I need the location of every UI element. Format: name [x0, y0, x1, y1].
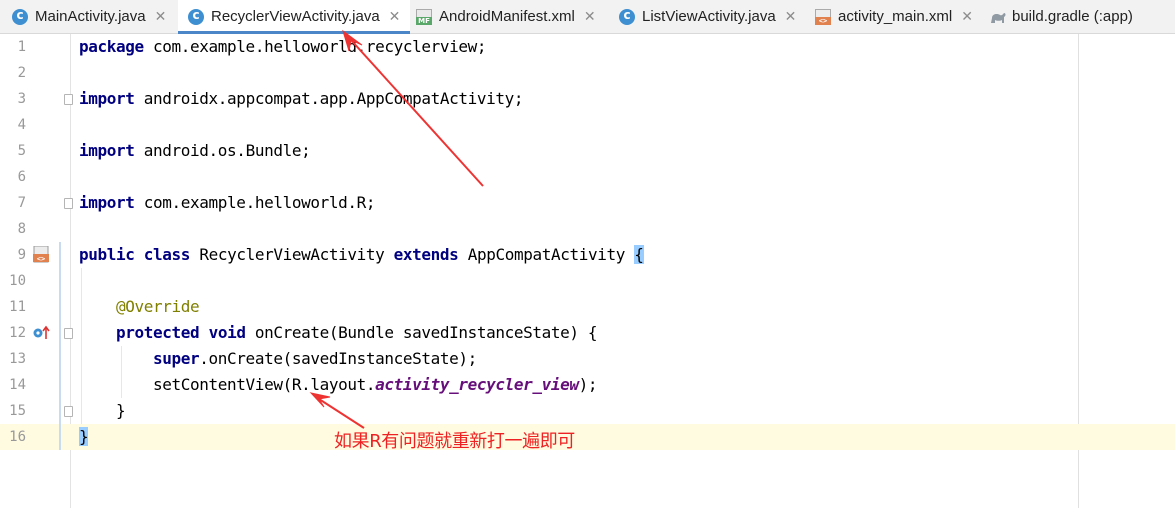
tab-label: AndroidManifest.xml: [439, 8, 575, 25]
keyword: package: [79, 37, 144, 56]
gradle-icon: [989, 9, 1006, 25]
class-name: RecyclerViewActivity: [199, 245, 385, 264]
close-icon[interactable]: ✕: [785, 8, 797, 25]
manifest-icon: [416, 8, 432, 25]
editor-tab-bar: MainActivity.java ✕ RecyclerViewActivity…: [0, 0, 1175, 34]
class-icon: [619, 8, 635, 25]
code-line: package com.example.helloworld.recyclerv…: [0, 34, 1175, 60]
code-line: import com.example.helloworld.R;: [0, 190, 1175, 216]
tab-build-gradle[interactable]: build.gradle (:app): [989, 0, 1133, 33]
keyword: public: [79, 245, 135, 264]
code-line: import android.os.Bundle;: [0, 138, 1175, 164]
code-text: setContentView(R.layout.: [153, 375, 376, 394]
matched-brace: {: [634, 245, 644, 264]
tab-android-manifest[interactable]: AndroidManifest.xml ✕: [416, 0, 596, 33]
line-number: 10: [9, 273, 26, 289]
annotation: @Override: [116, 297, 200, 316]
tab-recycler-view-activity[interactable]: RecyclerViewActivity.java ✕: [178, 0, 411, 34]
code-line: super.onCreate(savedInstanceState);: [0, 346, 1175, 372]
line-number: 6: [17, 169, 26, 185]
code-text: com.example.helloworld.recyclerview;: [143, 37, 487, 56]
code-line: }: [0, 398, 1175, 424]
code-line: public class RecyclerViewActivity extend…: [0, 242, 1175, 268]
code-text: android.os.Bundle;: [134, 141, 311, 160]
keyword: import: [79, 193, 135, 212]
keyword: import: [79, 89, 135, 108]
layout-file-icon: [815, 8, 831, 25]
tab-main-activity[interactable]: MainActivity.java ✕: [12, 0, 166, 33]
tab-label: ListViewActivity.java: [642, 8, 776, 25]
tab-label: MainActivity.java: [35, 8, 146, 25]
close-icon[interactable]: ✕: [155, 8, 167, 25]
tab-label: RecyclerViewActivity.java: [211, 8, 380, 25]
annotation-note: 如果R有问题就重新打一遍即可: [334, 431, 575, 452]
static-field: activity_recycler_view: [375, 375, 579, 394]
line-number: 4: [17, 117, 26, 133]
keyword: protected: [116, 323, 200, 342]
close-icon[interactable]: ✕: [584, 8, 596, 25]
class-icon: [12, 8, 28, 25]
class-icon: [188, 8, 204, 25]
code-text: onCreate(Bundle savedInstanceState) {: [245, 323, 598, 342]
keyword: import: [79, 141, 135, 160]
tab-list-view-activity[interactable]: ListViewActivity.java ✕: [619, 0, 796, 33]
code-text: com.example.helloworld.R;: [134, 193, 376, 212]
line-number: 2: [17, 65, 26, 81]
code-text: .onCreate(savedInstanceState);: [199, 349, 477, 368]
close-icon[interactable]: ✕: [389, 8, 401, 25]
code-line: }: [0, 424, 1175, 450]
keyword: void: [208, 323, 246, 342]
matched-brace: }: [79, 427, 89, 446]
line-number: 8: [17, 221, 26, 237]
tab-label: build.gradle (:app): [1012, 8, 1133, 25]
code-line: protected void onCreate(Bundle savedInst…: [0, 320, 1175, 346]
code-text: );: [578, 375, 598, 394]
code-text: }: [116, 401, 126, 420]
tab-activity-main-xml[interactable]: activity_main.xml ✕: [815, 0, 973, 33]
close-icon[interactable]: ✕: [961, 8, 973, 25]
tab-label: activity_main.xml: [838, 8, 953, 25]
keyword: class: [143, 245, 191, 264]
code-line: @Override: [0, 294, 1175, 320]
code-line: setContentView(R.layout.activity_recycle…: [0, 372, 1175, 398]
parent-class: AppCompatActivity: [467, 245, 626, 264]
keyword: extends: [393, 245, 459, 264]
code-line: import androidx.appcompat.app.AppCompatA…: [0, 86, 1175, 112]
keyword: super: [153, 349, 200, 368]
code-text: androidx.appcompat.app.AppCompatActivity…: [134, 89, 524, 108]
